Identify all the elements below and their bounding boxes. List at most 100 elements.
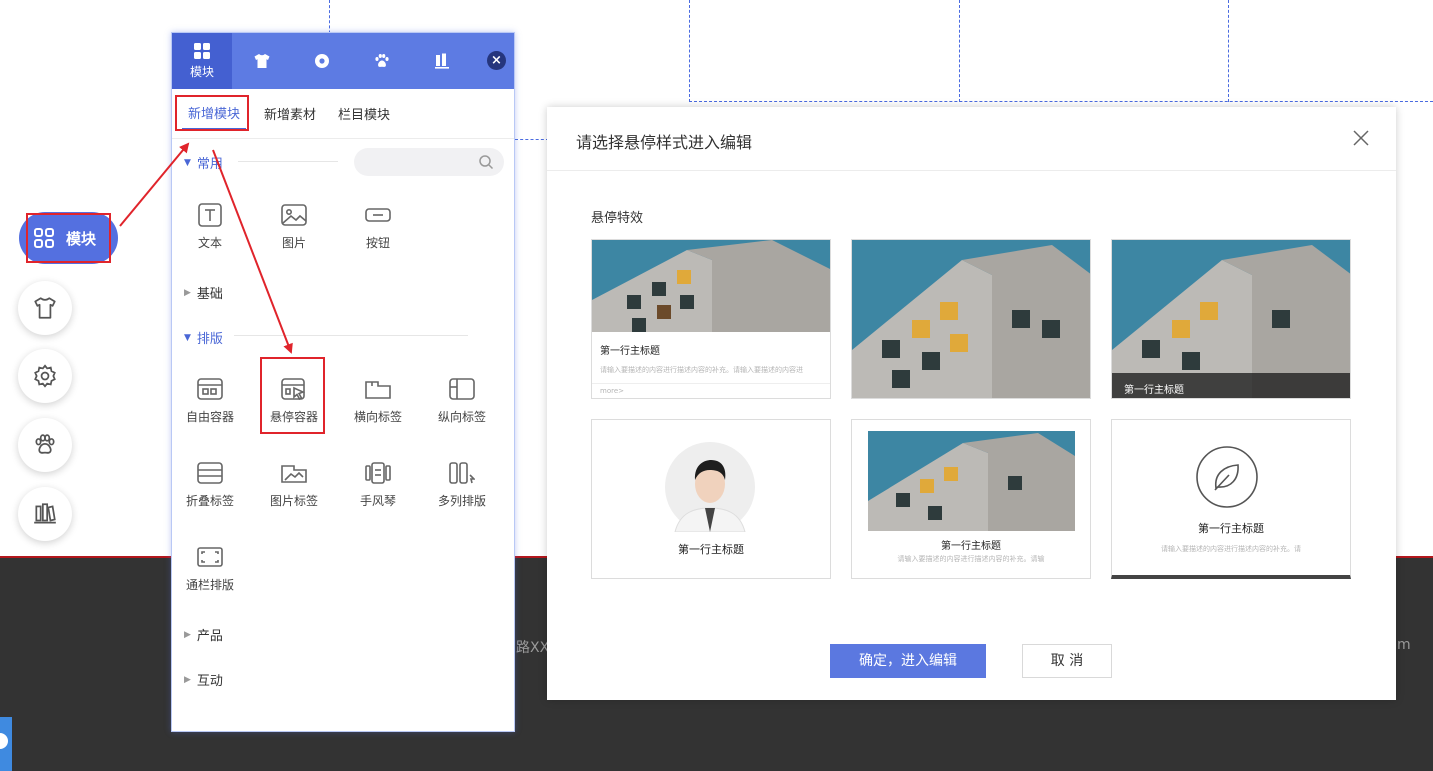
decoration-nav-button[interactable] <box>18 418 72 472</box>
card-title: 第一行主标题 <box>941 541 1001 552</box>
category-basic-label: 基础 <box>196 287 223 302</box>
search-icon <box>479 155 494 170</box>
module-multi-column[interactable]: 多列排版 <box>422 461 502 509</box>
category-interaction[interactable]: ▶ 互动 <box>184 670 223 689</box>
button-icon <box>365 208 391 222</box>
hover-style-card[interactable]: 第一行主标题 请输入要描述的内容进行描述内容的补充。请 <box>1111 419 1351 579</box>
highlight-box <box>260 357 325 434</box>
grid-icon <box>194 43 210 59</box>
highlight-box <box>175 95 249 131</box>
module-text-label: 文本 <box>197 236 222 250</box>
hover-style-card[interactable]: 第一行主标题 <box>1111 239 1351 399</box>
card-title: 第一行主标题 <box>1198 522 1264 535</box>
module-full-width[interactable]: 通栏排版 <box>170 545 250 593</box>
building-photo <box>868 431 1075 531</box>
category-product[interactable]: ▶ 产品 <box>184 625 223 644</box>
dialog-title: 请选择悬停样式进入编辑 <box>576 133 753 152</box>
hover-style-card[interactable]: 第一行主标题 请输入要描述的内容进行描述内容的补充。请输入要描述的内容进 mor… <box>591 239 831 399</box>
card-title: 第一行主标题 <box>600 346 660 357</box>
module-full-width-label: 通栏排版 <box>185 578 234 592</box>
library-icon <box>34 503 56 524</box>
divider <box>234 335 468 336</box>
panel-tab-bar: 模块 × <box>172 33 514 89</box>
footer-address-text: 路XX <box>516 640 550 656</box>
category-basic[interactable]: ▶ 基础 <box>184 283 223 302</box>
module-button-label: 按钮 <box>365 236 390 250</box>
tab-settings[interactable] <box>292 33 352 89</box>
category-product-label: 产品 <box>196 629 223 644</box>
settings-nav-button[interactable] <box>18 349 72 403</box>
category-common[interactable]: ▼ 常用 <box>184 153 223 172</box>
caret-down-icon: ▼ <box>184 157 191 168</box>
module-vertical-tabs-label: 纵向标签 <box>437 410 486 424</box>
card-title: 第一行主标题 <box>678 543 744 556</box>
divider <box>238 161 338 162</box>
free-container-icon <box>197 378 223 400</box>
dialog-header: 请选择悬停样式进入编辑 <box>547 107 1396 171</box>
card-title: 第一行主标题 <box>1124 385 1184 396</box>
leaf-icon <box>1196 446 1258 508</box>
module-multi-column-label: 多列排版 <box>437 494 486 508</box>
panel-close-button[interactable]: × <box>487 51 506 70</box>
caret-right-icon: ▶ <box>184 629 191 640</box>
caret-down-icon: ▼ <box>184 332 191 343</box>
hover-style-card[interactable] <box>851 239 1091 399</box>
module-accordion-label: 手风琴 <box>359 494 396 508</box>
card-more-link: more> <box>592 383 830 395</box>
grid-guide <box>959 0 960 102</box>
building-photo <box>1112 240 1350 398</box>
fold-tabs-icon <box>197 462 223 484</box>
vertical-tabs-icon <box>449 378 475 400</box>
section-title: 悬停特效 <box>591 211 644 226</box>
confirm-button[interactable]: 确定，进入编辑 <box>830 644 986 678</box>
module-accordion[interactable]: 手风琴 <box>338 461 418 509</box>
module-image-tabs-label: 图片标签 <box>269 494 318 508</box>
module-button[interactable]: 按钮 <box>338 203 418 251</box>
text-icon <box>198 203 222 227</box>
category-common-label: 常用 <box>196 157 223 172</box>
accordion-icon <box>365 462 391 484</box>
hover-style-card[interactable]: 第一行主标题 <box>591 419 831 579</box>
building-photo <box>592 240 830 332</box>
gear-icon <box>34 364 56 388</box>
caret-right-icon: ▶ <box>184 674 191 685</box>
module-horizontal-tabs-label: 横向标签 <box>353 410 402 424</box>
side-service-tab[interactable] <box>0 717 12 771</box>
cancel-button[interactable]: 取 消 <box>1022 644 1112 678</box>
horizontal-tabs-icon <box>365 381 391 399</box>
module-search-input[interactable] <box>354 148 504 176</box>
stack-icon <box>435 53 449 69</box>
card-description: 请输入要描述的内容进行描述内容的补充。请输 <box>897 555 1045 563</box>
grid-guide <box>689 101 1433 102</box>
hover-style-card[interactable]: 第一行主标题 请输入要描述的内容进行描述内容的补充。请输 <box>851 419 1091 579</box>
highlight-box <box>26 213 111 263</box>
grid-guide <box>689 0 690 102</box>
module-free-container-label: 自由容器 <box>185 410 234 424</box>
module-image[interactable]: 图片 <box>254 203 334 251</box>
grid-guide <box>515 139 549 140</box>
subtab-new-material[interactable]: 新增素材 <box>258 98 322 129</box>
library-nav-button[interactable] <box>18 487 72 541</box>
card-description: 请输入要描述的内容进行描述内容的补充。请 <box>1161 545 1301 553</box>
module-text[interactable]: 文本 <box>170 203 250 251</box>
tab-module[interactable]: 模块 <box>172 33 232 89</box>
subtab-column-module[interactable]: 栏目模块 <box>332 98 396 129</box>
tab-decoration[interactable] <box>352 33 412 89</box>
module-horizontal-tabs[interactable]: 横向标签 <box>338 377 418 425</box>
multi-column-icon <box>449 462 475 484</box>
category-layout[interactable]: ▼ 排版 <box>184 328 223 347</box>
close-icon[interactable] <box>1352 129 1370 147</box>
category-layout-label: 排版 <box>196 332 223 347</box>
theme-nav-button[interactable] <box>18 281 72 335</box>
module-vertical-tabs[interactable]: 纵向标签 <box>422 377 502 425</box>
tab-theme[interactable] <box>232 33 292 89</box>
grid-guide <box>1228 0 1229 102</box>
shirt-icon <box>34 297 56 319</box>
paw-icon <box>375 54 389 67</box>
module-image-tabs[interactable]: 图片标签 <box>254 461 334 509</box>
module-panel: 模块 × 新增模块 新增素材 栏目模块 ▼ 常用 文本 图片 按钮 ▶ 基础 ▼… <box>171 32 515 732</box>
module-fold-tabs[interactable]: 折叠标签 <box>170 461 250 509</box>
module-free-container[interactable]: 自由容器 <box>170 377 250 425</box>
tab-library[interactable] <box>412 33 472 89</box>
full-width-icon <box>197 547 223 567</box>
